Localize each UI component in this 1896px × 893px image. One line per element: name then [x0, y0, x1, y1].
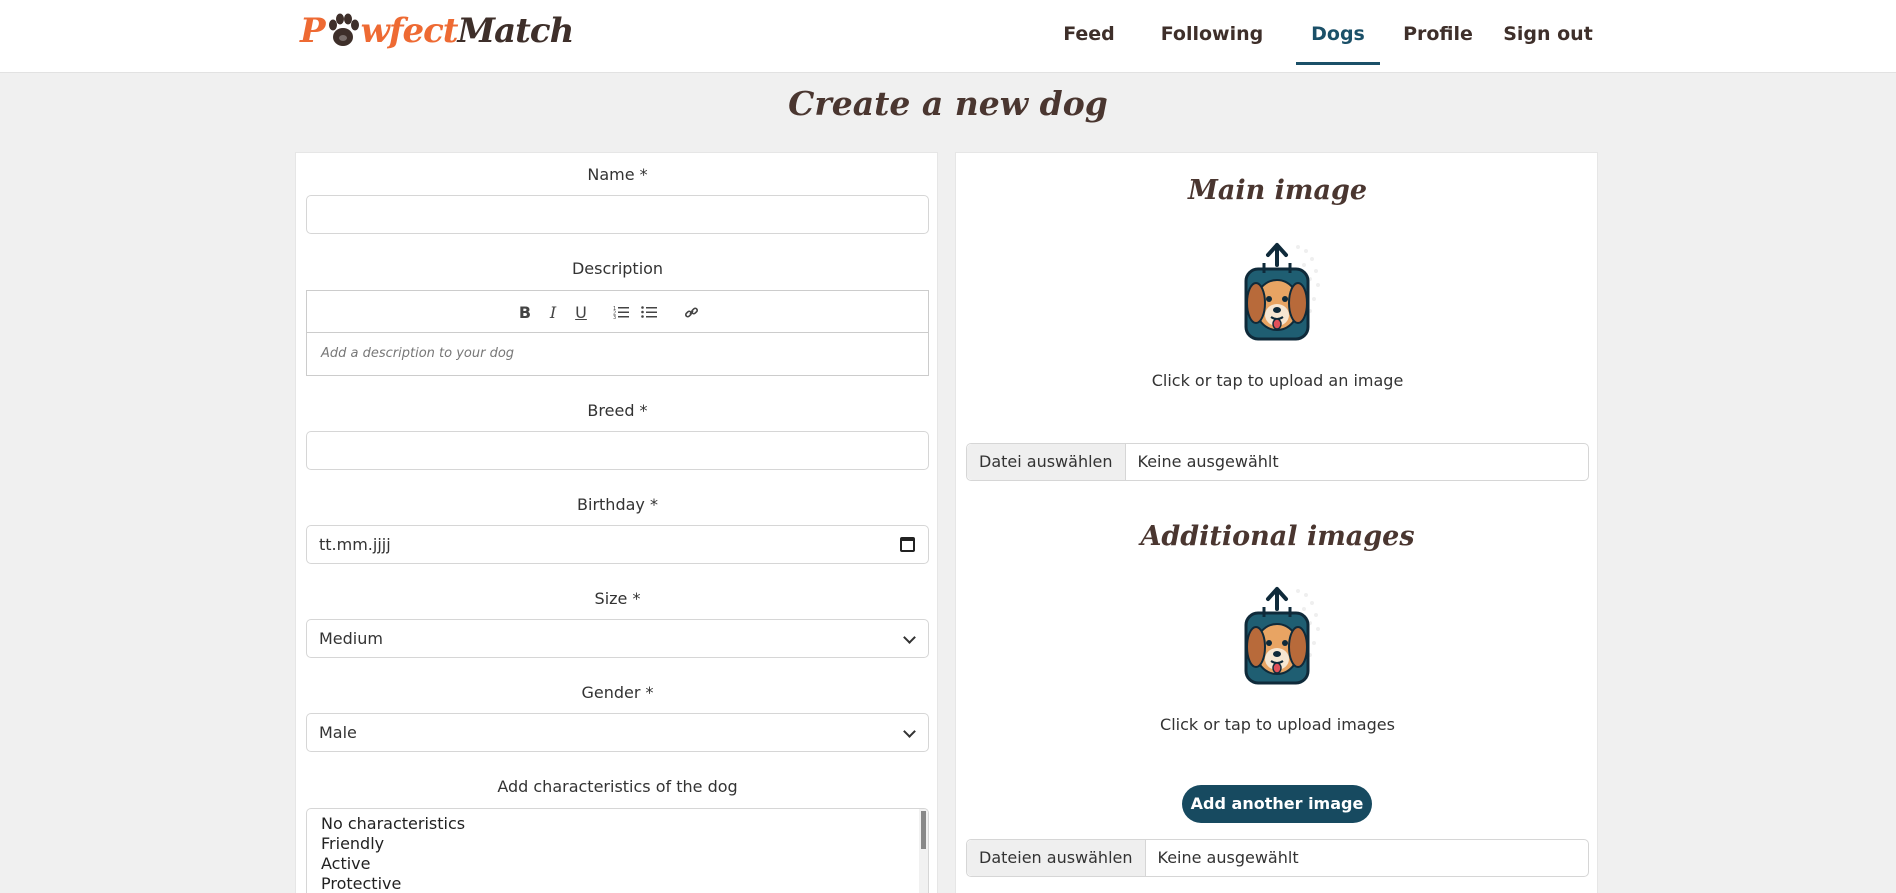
gender-select[interactable]: Male [306, 713, 929, 752]
main-image-hint: Click or tap to upload an image [1151, 371, 1404, 390]
name-label: Name * [587, 165, 648, 184]
characteristics-label: Add characteristics of the dog [497, 777, 738, 796]
svg-text:3: 3 [613, 315, 616, 319]
italic-icon[interactable]: I [541, 300, 565, 324]
additional-images-file-input[interactable]: Dateien auswählen Keine ausgewählt [966, 839, 1589, 877]
underline-icon[interactable]: U [569, 300, 593, 324]
upload-dog-icon [1244, 243, 1320, 341]
size-value: Medium [319, 629, 383, 648]
chevron-down-icon [903, 631, 916, 644]
nav-following[interactable]: Following [1153, 0, 1271, 65]
choose-files-button[interactable]: Dateien auswählen [967, 840, 1146, 876]
add-another-image-button[interactable]: Add another image [1182, 785, 1372, 823]
size-label: Size * [594, 589, 641, 608]
editor-toolbar: B I U 123 [307, 291, 928, 333]
navbar: P wfect Match Feed Following Dogs Profil… [0, 0, 1896, 73]
images-card: Main image Click or tap to upload an ima… [955, 152, 1598, 893]
characteristic-option[interactable]: Protective [307, 874, 928, 893]
brand-logo[interactable]: P wfect Match [300, 8, 575, 54]
name-input[interactable] [306, 195, 929, 234]
page-title: Create a new dog [788, 84, 1108, 123]
additional-images-hint: Click or tap to upload images [1160, 715, 1395, 734]
main-image-file-input[interactable]: Datei auswählen Keine ausgewählt [966, 443, 1589, 481]
nav-dogs[interactable]: Dogs [1296, 0, 1380, 65]
characteristic-option[interactable]: Active [307, 854, 928, 874]
brand-text: wfect [360, 11, 459, 51]
chevron-down-icon [903, 725, 916, 738]
files-status: Keine ausgewählt [1157, 848, 1299, 867]
bold-icon[interactable]: B [513, 300, 537, 324]
gender-label: Gender * [581, 683, 654, 702]
characteristics-select[interactable]: No characteristics Friendly Active Prote… [306, 808, 929, 893]
dog-form-card: Name * Description B I U 123 Add a descr… [295, 152, 938, 893]
breed-input[interactable] [306, 431, 929, 470]
birthday-placeholder: tt.mm.jjjj [319, 535, 391, 554]
nav-signout[interactable]: Sign out [1498, 0, 1598, 65]
additional-images-dropzone[interactable] [1186, 583, 1369, 723]
bullet-list-icon[interactable] [637, 300, 661, 324]
additional-images-title: Additional images [1140, 521, 1415, 552]
size-select[interactable]: Medium [306, 619, 929, 658]
calendar-icon[interactable] [900, 537, 915, 552]
upload-dog-icon [1244, 587, 1320, 685]
gender-value: Male [319, 723, 357, 742]
file-status: Keine ausgewählt [1137, 452, 1279, 471]
birthday-input[interactable]: tt.mm.jjjj [306, 525, 929, 564]
main-image-dropzone[interactable] [1186, 239, 1369, 379]
main-image-title: Main image [1187, 175, 1368, 206]
brand-text-match: Match [457, 11, 575, 51]
characteristic-option[interactable]: Friendly [307, 834, 928, 854]
paw-icon [326, 11, 360, 51]
choose-file-button[interactable]: Datei auswählen [967, 444, 1126, 480]
characteristic-option[interactable]: No characteristics [307, 814, 928, 834]
brand-letter: P [300, 11, 326, 51]
breed-label: Breed * [587, 401, 648, 420]
description-input[interactable]: Add a description to your dog [307, 333, 928, 375]
birthday-label: Birthday * [577, 495, 658, 514]
list-scroll-thumb[interactable] [921, 811, 926, 849]
nav-feed[interactable]: Feed [1059, 0, 1119, 65]
link-icon[interactable] [679, 300, 703, 324]
description-label: Description [571, 259, 664, 278]
ordered-list-icon[interactable]: 123 [609, 300, 633, 324]
nav-profile[interactable]: Profile [1400, 0, 1476, 65]
description-editor: B I U 123 Add a description to your dog [306, 290, 929, 376]
